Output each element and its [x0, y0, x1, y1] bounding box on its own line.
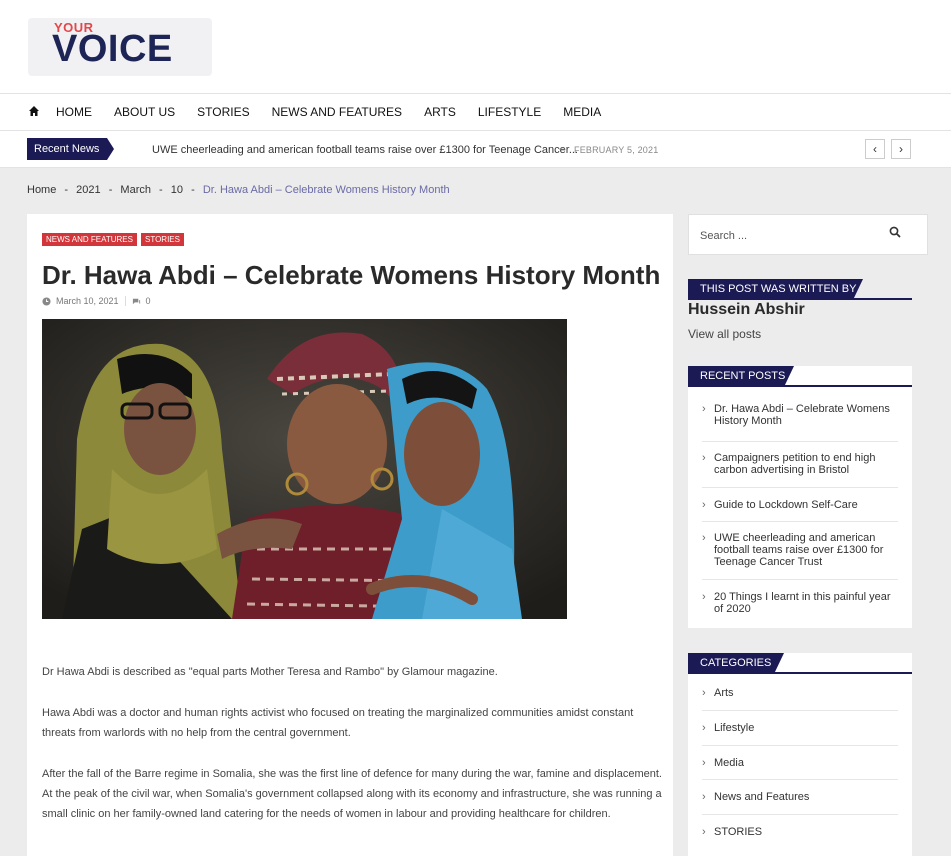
category-link[interactable]: STORIES	[714, 826, 762, 838]
recent-post-link[interactable]: 20 Things I learnt in this painful year …	[714, 591, 891, 615]
recent-post-item[interactable]: › Dr. Hawa Abdi – Celebrate Womens Histo…	[702, 396, 898, 442]
recent-post-link[interactable]: Campaigners petition to end high carbon …	[714, 452, 875, 476]
category-item-arts[interactable]: › Arts	[702, 677, 898, 711]
main-navigation: HOME ABOUT US STORIES NEWS AND FEATURES …	[0, 94, 951, 131]
article-meta: March 10, 2021 0	[42, 296, 151, 306]
categories-title-text: CATEGORIES	[700, 657, 772, 669]
article-card: NEWS AND FEATURES STORIES Dr. Hawa Abdi …	[27, 214, 673, 856]
chevron-right-icon: ›	[702, 687, 706, 699]
recent-post-item[interactable]: › Guide to Lockdown Self-Care	[702, 488, 898, 522]
comments-count[interactable]: 0	[146, 296, 151, 306]
recent-post-link[interactable]: Guide to Lockdown Self-Care	[714, 499, 858, 511]
breadcrumb-month[interactable]: March	[120, 184, 151, 196]
chevron-right-icon: ›	[702, 791, 706, 803]
ticker-prev-button[interactable]: ‹	[865, 139, 885, 159]
news-ticker: Recent News UWE cheerleading and america…	[0, 131, 951, 168]
recent-post-item[interactable]: › 20 Things I learnt in this painful yea…	[702, 580, 898, 626]
article-body: Dr Hawa Abdi is described as "equal part…	[42, 662, 662, 845]
ticker-next-button[interactable]: ›	[891, 139, 911, 159]
breadcrumb-home[interactable]: Home	[27, 184, 56, 196]
breadcrumb-separator: -	[108, 184, 113, 196]
recent-post-link[interactable]: Dr. Hawa Abdi – Celebrate Womens History…	[714, 403, 890, 427]
nav-item-media[interactable]: MEDIA	[563, 105, 601, 119]
category-link[interactable]: News and Features	[714, 791, 809, 803]
search-input[interactable]: Search ...	[700, 230, 747, 242]
author-widget-title: THIS POST WAS WRITTEN BY	[688, 279, 863, 300]
recent-post-link[interactable]: UWE cheerleading and american football t…	[714, 532, 883, 568]
comments-icon	[132, 298, 140, 304]
meta-divider	[124, 296, 126, 306]
article-paragraph: Hawa Abdi was a doctor and human rights …	[42, 707, 634, 739]
chevron-right-icon: ›	[702, 452, 706, 464]
category-link[interactable]: Lifestyle	[714, 722, 754, 734]
nav-item-lifestyle[interactable]: LIFESTYLE	[478, 105, 541, 119]
chevron-right-icon: ›	[702, 757, 706, 769]
site-header: YOUR VOICE	[0, 0, 951, 94]
recent-posts-title-text: RECENT POSTS	[700, 370, 786, 382]
ticker-headline[interactable]: UWE cheerleading and american football t…	[152, 144, 578, 156]
breadcrumb-separator: -	[159, 184, 163, 196]
recent-posts-title: RECENT POSTS	[688, 366, 794, 387]
article-date[interactable]: March 10, 2021	[56, 296, 119, 306]
breadcrumb-separator: -	[64, 184, 69, 196]
chevron-right-icon: ›	[702, 722, 706, 734]
article-paragraph: After the fall of the Barre regime in So…	[42, 768, 662, 820]
author-widget-title-text: THIS POST WAS WRITTEN BY	[700, 283, 857, 295]
categories-widget: CATEGORIES › Arts › Lifestyle › Media › …	[688, 653, 912, 856]
article-featured-image	[42, 319, 567, 619]
article-tags: NEWS AND FEATURES STORIES	[42, 233, 188, 246]
recent-posts-widget: RECENT POSTS › Dr. Hawa Abdi – Celebrate…	[688, 366, 912, 628]
ticker-separator: –	[559, 143, 566, 155]
category-item-news-and-features[interactable]: › News and Features	[702, 780, 898, 815]
categories-title: CATEGORIES	[688, 653, 784, 674]
nav-item-about-us[interactable]: ABOUT US	[114, 105, 175, 119]
widget-underline	[688, 672, 912, 674]
category-item-lifestyle[interactable]: › Lifestyle	[702, 711, 898, 746]
search-icon[interactable]	[889, 226, 901, 238]
breadcrumb-year[interactable]: 2021	[76, 184, 100, 196]
category-item-stories[interactable]: › STORIES	[702, 815, 898, 849]
recent-post-item[interactable]: › UWE cheerleading and american football…	[702, 522, 898, 580]
chevron-right-icon: ›	[702, 532, 706, 544]
nav-item-stories[interactable]: STORIES	[197, 105, 249, 119]
chevron-right-icon: ›	[702, 826, 706, 838]
widget-underline	[688, 385, 912, 387]
clock-icon	[42, 296, 51, 306]
widget-underline	[688, 298, 912, 300]
ticker-date: FEBRUARY 5, 2021	[574, 145, 659, 155]
breadcrumb-current: Dr. Hawa Abdi – Celebrate Womens History…	[202, 184, 450, 196]
chevron-right-icon: ›	[702, 591, 706, 603]
article-title: Dr. Hawa Abdi – Celebrate Womens History…	[42, 260, 661, 290]
tag-stories[interactable]: STORIES	[140, 233, 184, 246]
article-paragraph: Dr Hawa Abdi is described as "equal part…	[42, 666, 498, 678]
ticker-label: Recent News	[27, 138, 114, 160]
breadcrumb: Home - 2021 - March - 10 - Dr. Hawa Abdi…	[27, 184, 455, 196]
tag-news-and-features[interactable]: NEWS AND FEATURES	[42, 233, 137, 246]
nav-item-home[interactable]: HOME	[56, 105, 92, 119]
category-link[interactable]: Arts	[714, 687, 734, 699]
category-item-media[interactable]: › Media	[702, 746, 898, 780]
home-icon[interactable]	[28, 105, 40, 117]
site-logo[interactable]: YOUR VOICE	[28, 18, 212, 76]
author-name: Hussein Abshir	[688, 301, 805, 318]
logo-main-text: VOICE	[52, 28, 173, 70]
breadcrumb-separator: -	[191, 184, 195, 196]
chevron-right-icon: ›	[702, 499, 706, 511]
nav-item-arts[interactable]: ARTS	[424, 105, 456, 119]
sidebar-search-box[interactable]: Search ...	[688, 214, 928, 255]
view-all-posts-link[interactable]: View all posts	[688, 327, 761, 341]
breadcrumb-day[interactable]: 10	[171, 184, 183, 196]
chevron-right-icon: ›	[702, 403, 706, 415]
nav-item-news-and-features[interactable]: NEWS AND FEATURES	[272, 105, 402, 119]
recent-post-item[interactable]: › Campaigners petition to end high carbo…	[702, 442, 898, 488]
category-link[interactable]: Media	[714, 757, 744, 769]
